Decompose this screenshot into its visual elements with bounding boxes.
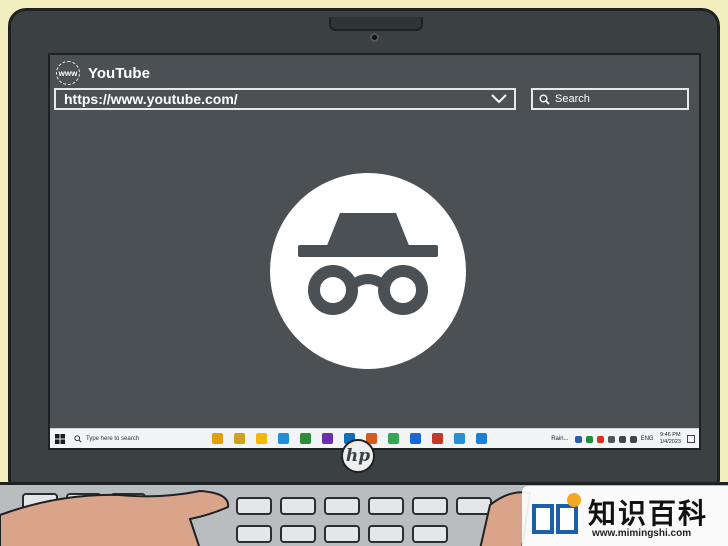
taskbar-app-icon[interactable] [322,433,333,444]
taskbar-app-icon[interactable] [410,433,421,444]
language-indicator[interactable]: ENG [641,436,654,442]
windows-start-button[interactable] [50,429,70,449]
clock[interactable]: 9:46 PM 1/4/2023 [660,432,681,446]
globe-icon: www [56,61,80,85]
taskbar-app-icon[interactable] [300,433,311,444]
clock-time: 9:46 PM [660,432,681,438]
tab-title: YouTube [88,64,150,82]
taskbar-app-icon[interactable] [278,433,289,444]
taskbar-search-placeholder: Type here to search [86,435,140,442]
incognito-badge [270,173,466,369]
tray-app-icon[interactable] [585,435,593,443]
system-tray: Rain... ENG 9:46 PM 1/4/2023 [551,429,695,448]
taskbar-app-icon[interactable] [256,433,267,444]
clock-date: 1/4/2023 [659,439,681,445]
incognito-icon [298,213,438,315]
address-bar[interactable]: https://www.youtube.com/ [54,88,516,110]
webcam [370,33,379,42]
taskbar-app-icon[interactable] [234,433,245,444]
taskbar-app-icon[interactable] [476,433,487,444]
notification-icon[interactable] [687,435,695,443]
book-bulb-icon [532,493,581,534]
search-icon [539,94,550,105]
watermark-title: 知识百科 [588,497,709,530]
watermark-url: www.mimingshi.com [592,528,692,539]
search-input[interactable]: Search [531,88,689,110]
camera-notch [329,17,423,31]
laptop-screen: www YouTube https://www.youtube.com/ Sea… [48,53,701,450]
watermark: 知识百科 www.mimingshi.com [522,486,728,546]
volume-icon[interactable] [629,435,637,443]
weather-widget[interactable]: Rain... [551,436,568,442]
taskbar-search[interactable]: Type here to search [70,429,190,449]
windows-taskbar: Type here to search Rain... ENG 9:46 PM … [50,428,699,448]
search-placeholder: Search [555,93,590,105]
hp-logo: hp [341,439,375,473]
browser-tab[interactable]: www YouTube [56,61,150,85]
address-bar-url: https://www.youtube.com/ [64,91,238,107]
chevron-down-icon[interactable] [490,92,508,106]
tray-app-icon[interactable] [607,435,615,443]
search-icon [74,434,82,443]
taskbar-app-icon[interactable] [432,433,443,444]
taskbar-app-icon[interactable] [212,433,223,444]
network-icon[interactable] [618,435,626,443]
windows-icon [55,433,65,444]
tray-app-icon[interactable] [596,435,604,443]
taskbar-app-icon[interactable] [388,433,399,444]
taskbar-app-icon[interactable] [454,433,465,444]
tray-app-icon[interactable] [574,435,582,443]
laptop-lid: www YouTube https://www.youtube.com/ Sea… [8,8,720,486]
